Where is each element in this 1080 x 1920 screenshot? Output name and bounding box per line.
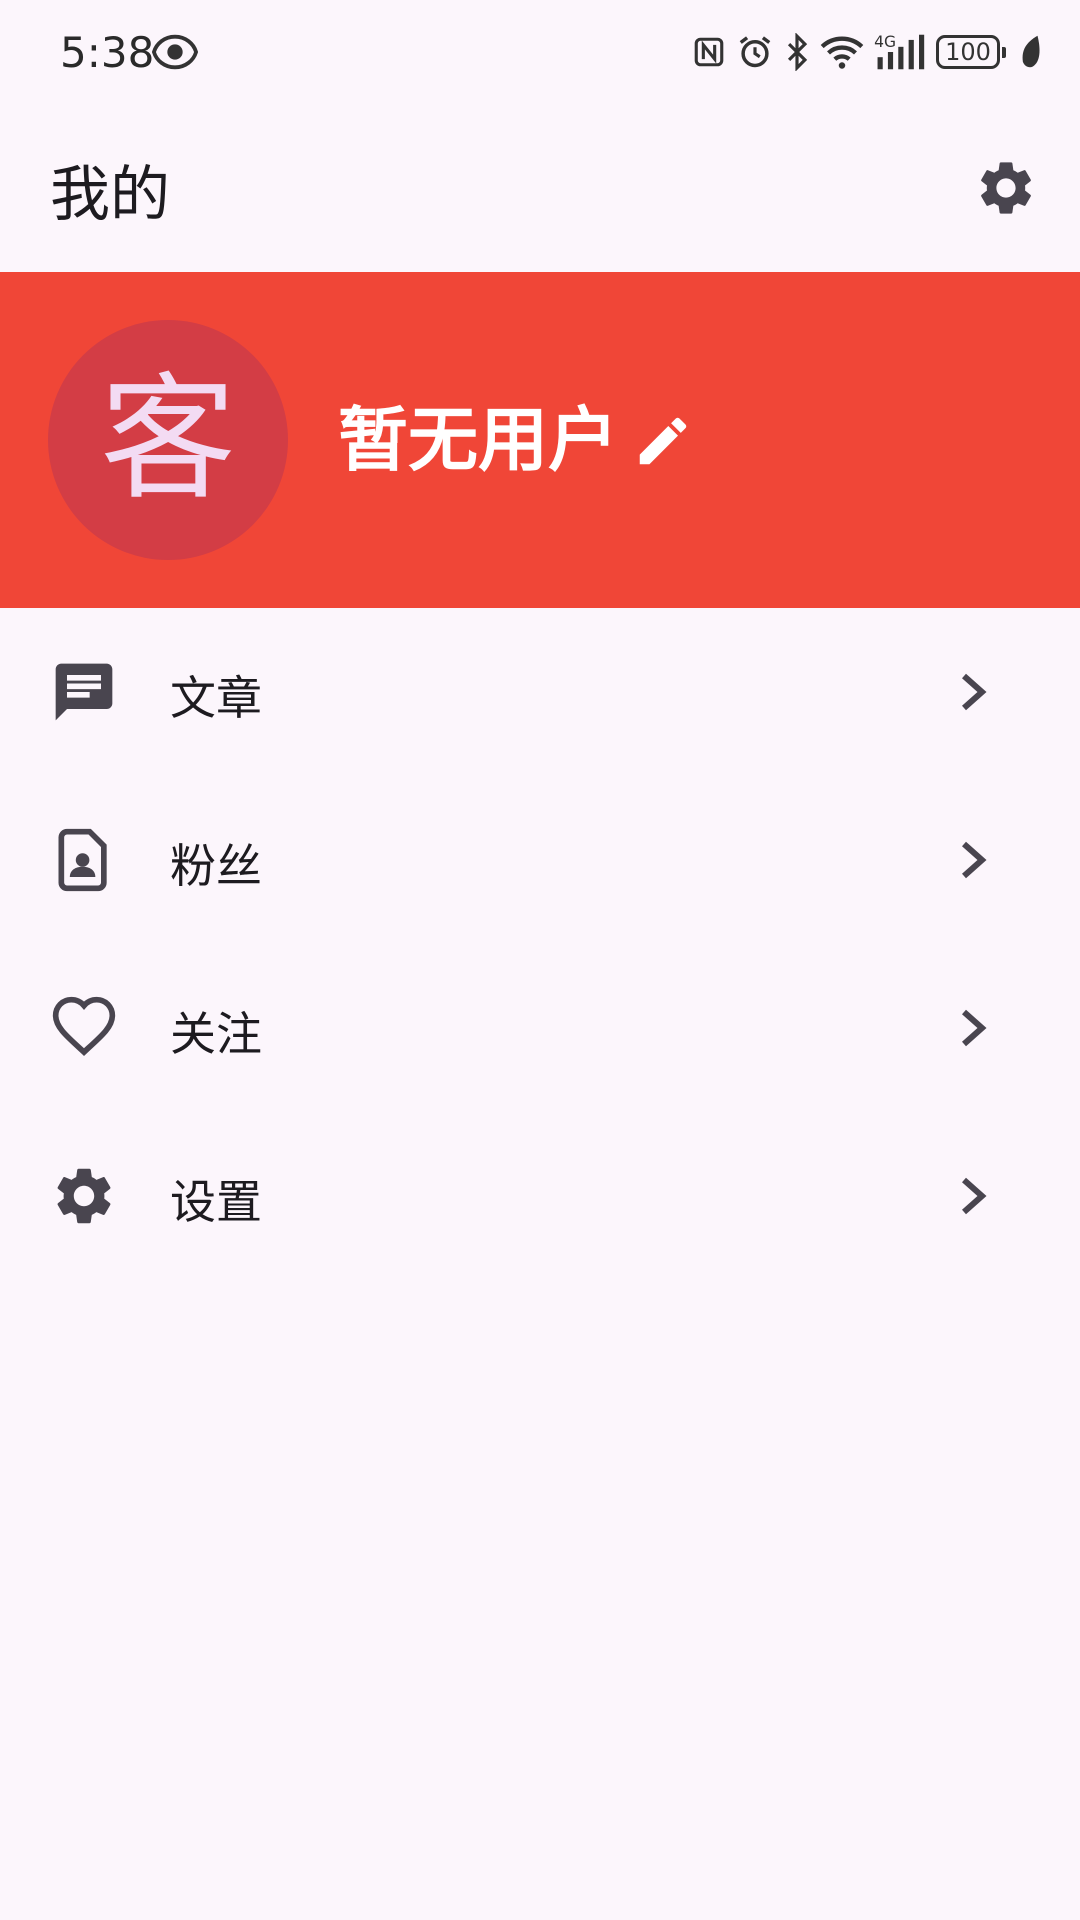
app-bar: 我的 — [0, 106, 1080, 272]
username[interactable]: 暂无用户 — [338, 400, 618, 481]
contact-card-icon — [58, 828, 107, 892]
menu-item-articles[interactable]: 文章 — [0, 608, 1080, 776]
menu-item-label: 设置 — [170, 1175, 262, 1229]
menu-list: 文章 粉丝 关注 设置 — [0, 608, 1080, 1280]
alarm-icon — [739, 36, 771, 68]
gear-icon — [57, 1168, 111, 1224]
nfc-icon — [694, 37, 724, 67]
status-time: 5:38 — [60, 28, 155, 77]
menu-item-following[interactable]: 关注 — [0, 944, 1080, 1112]
status-icons: 4G 100 — [692, 28, 1044, 76]
menu-item-label: 文章 — [170, 671, 262, 725]
chevron-right-icon — [962, 841, 987, 879]
heart-icon — [52, 996, 116, 1056]
edit-pencil-icon[interactable] — [632, 410, 694, 472]
battery-icon: 100 — [936, 35, 1006, 69]
menu-item-fans[interactable]: 粉丝 — [0, 776, 1080, 944]
page-title: 我的 — [50, 160, 170, 230]
wifi-icon — [820, 36, 864, 69]
eye-icon — [152, 34, 198, 70]
leaf-icon — [1022, 35, 1040, 68]
menu-item-label: 关注 — [170, 1007, 262, 1061]
battery-level: 100 — [945, 38, 991, 66]
bluetooth-icon — [787, 33, 808, 71]
article-icon — [55, 663, 113, 721]
profile-banner[interactable]: 客 暂无用户 — [0, 272, 1080, 608]
avatar[interactable]: 客 — [48, 320, 288, 560]
avatar-initial: 客 — [100, 361, 236, 519]
chevron-right-icon — [962, 1009, 987, 1047]
svg-text:4G: 4G — [874, 33, 896, 51]
status-bar: 5:38 4G 100 — [0, 0, 1080, 106]
signal-4g-icon: 4G — [874, 33, 925, 70]
menu-item-label: 粉丝 — [170, 839, 262, 893]
settings-gear-icon[interactable] — [974, 156, 1038, 220]
chevron-right-icon — [962, 673, 987, 711]
menu-item-settings[interactable]: 设置 — [0, 1112, 1080, 1280]
chevron-right-icon — [962, 1177, 987, 1215]
